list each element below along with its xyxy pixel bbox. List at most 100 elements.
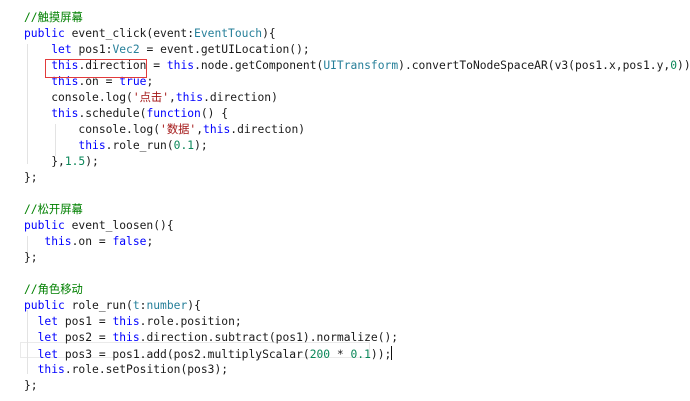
- code-line[interactable]: let pos3 = pos1.add(pos2.multiplyScalar(…: [24, 346, 393, 362]
- code-token: .role.setPosition(pos3);: [64, 363, 229, 376]
- code-token: );: [194, 139, 208, 152]
- code-line[interactable]: this.direction = this.node.getComponent(…: [24, 58, 690, 74]
- code-token: public: [24, 219, 72, 232]
- code-token: role_run(: [71, 299, 133, 312]
- code-token: 0.1: [173, 139, 195, 152]
- code-line[interactable]: };: [24, 378, 38, 394]
- code-token: );: [85, 155, 99, 168]
- code-token: this: [51, 107, 79, 120]
- code-line[interactable]: this.role_run(0.1);: [24, 138, 208, 154]
- code-token: .direction): [203, 91, 278, 104]
- code-line[interactable]: },1.5);: [24, 154, 99, 170]
- code-token: ){: [262, 27, 276, 40]
- code-token: this: [44, 235, 72, 248]
- code-token: };: [24, 171, 38, 184]
- code-editor[interactable]: //触摸屏幕 public event_click(event:EventTouc…: [0, 0, 690, 401]
- code-token: this: [51, 75, 79, 88]
- code-line[interactable]: this.schedule(function() {: [24, 106, 228, 122]
- code-token: .role_run(: [105, 139, 174, 152]
- code-token: .direction =: [78, 59, 167, 72]
- code-token: 0.1: [350, 348, 371, 361]
- code-line[interactable]: let pos1:Vec2 = event.getUILocation();: [24, 42, 310, 58]
- code-token: .on =: [71, 235, 113, 248]
- code-line[interactable]: public event_click(event:EventTouch){: [24, 26, 276, 42]
- code-token: this: [51, 59, 79, 72]
- code-token: ;: [146, 235, 154, 248]
- code-token: number: [146, 299, 188, 312]
- code-token: .direction): [230, 123, 306, 136]
- code-token: .on =: [78, 75, 120, 88]
- code-token: function: [146, 107, 201, 120]
- code-token: };: [24, 379, 38, 392]
- code-line[interactable]: };: [24, 170, 38, 186]
- code-token: 1.5: [64, 155, 86, 168]
- code-line[interactable]: let pos1 = this.role.position;: [24, 314, 242, 330]
- code-token: () {: [200, 107, 229, 120]
- code-line[interactable]: //触摸屏幕: [24, 10, 83, 26]
- code-token: this: [203, 123, 231, 136]
- code-token: pos2 =: [64, 331, 113, 344]
- code-token: this: [166, 59, 195, 72]
- code-token: console.log(: [24, 123, 161, 136]
- code-token: let: [37, 348, 65, 361]
- code-token: EventTouch: [194, 27, 263, 40]
- code-token: let: [51, 43, 79, 56]
- code-token: pos1 =: [64, 315, 113, 328]
- code-token: true: [119, 75, 147, 88]
- code-token: false: [112, 235, 147, 248]
- code-token: ));: [370, 348, 392, 361]
- code-line[interactable]: this.on = false;: [24, 234, 153, 250]
- code-token: let: [37, 315, 65, 328]
- code-token: 0: [670, 59, 678, 72]
- code-line[interactable]: console.log('点击',this.direction): [24, 90, 278, 106]
- code-line[interactable]: };: [24, 250, 38, 266]
- code-token: this: [175, 91, 204, 104]
- code-token: public: [24, 299, 72, 312]
- code-token: ).convertToNodeSpaceAR(v3(pos1.x,pos1.y,: [398, 59, 671, 72]
- code-line[interactable]: let pos2 = this.direction.subtract(pos1)…: [24, 330, 399, 346]
- code-line[interactable]: public role_run(t:number){: [24, 298, 201, 314]
- code-token: this: [37, 363, 65, 376]
- code-token: //触摸屏幕: [24, 11, 83, 24]
- code-token: event_click(event:: [71, 27, 195, 40]
- code-token: this: [78, 139, 106, 152]
- code-line[interactable]: this.on = true;: [24, 74, 153, 90]
- code-token: ,: [169, 91, 176, 104]
- code-token: ));: [677, 59, 690, 72]
- text-cursor: [391, 346, 393, 360]
- code-token: .schedule(: [78, 107, 147, 120]
- code-token: pos1:: [78, 43, 113, 56]
- code-token: ){: [187, 299, 201, 312]
- code-line[interactable]: this.role.setPosition(pos3);: [24, 362, 228, 378]
- code-token: UITransform: [323, 59, 399, 72]
- code-token: console.log(: [24, 91, 133, 104]
- code-token: = event.getUILocation();: [139, 43, 310, 56]
- code-token: .direction.subtract(pos1).normalize();: [139, 331, 399, 344]
- code-token: *: [330, 348, 351, 361]
- code-token: Vec2: [112, 43, 140, 56]
- code-token: '数据': [160, 123, 197, 136]
- code-token: pos3 = pos1.add(pos2.multiplyScalar(: [64, 348, 310, 361]
- code-token: t: [132, 299, 140, 312]
- code-token: };: [24, 251, 38, 264]
- code-token: },: [24, 155, 65, 168]
- code-line[interactable]: //松开屏幕: [24, 202, 83, 218]
- code-token: ;: [146, 75, 154, 88]
- code-token: //角色移动: [24, 283, 83, 296]
- code-token: 200: [309, 348, 331, 361]
- code-token: '点击': [132, 91, 170, 104]
- code-line[interactable]: console.log('数据',this.direction): [24, 122, 305, 138]
- code-token: this: [112, 315, 140, 328]
- code-line[interactable]: public event_loosen(){: [24, 218, 174, 234]
- code-line[interactable]: //角色移动: [24, 282, 83, 298]
- code-token: this: [112, 331, 140, 344]
